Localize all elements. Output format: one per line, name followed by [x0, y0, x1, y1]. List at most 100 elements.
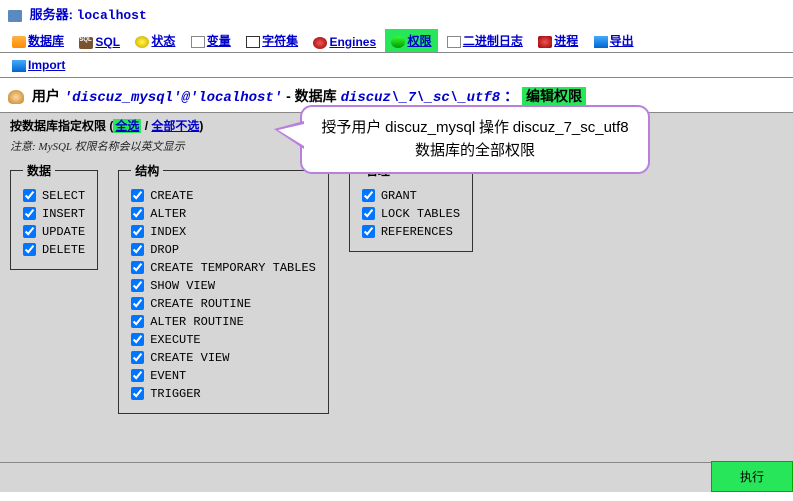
priv-create-routine[interactable]: CREATE ROUTINE	[131, 295, 316, 313]
tab-sql[interactable]: SQL	[73, 32, 126, 52]
priv-checkbox-event[interactable]	[131, 369, 144, 382]
priv-label: CREATE	[150, 189, 193, 203]
priv-label: SELECT	[42, 189, 85, 203]
priv-create-view[interactable]: CREATE VIEW	[131, 349, 316, 367]
priv-label: LOCK TABLES	[381, 207, 460, 221]
priv-show-view[interactable]: SHOW VIEW	[131, 277, 316, 295]
priv-drop[interactable]: DROP	[131, 241, 316, 259]
priv-alter-routine[interactable]: ALTER ROUTINE	[131, 313, 316, 331]
server-host: localhost	[77, 8, 147, 23]
priv-label: DROP	[150, 243, 179, 257]
priv-checkbox-drop[interactable]	[131, 243, 144, 256]
tab-import[interactable]: Import	[6, 55, 71, 75]
tab-charsets[interactable]: 字符集	[240, 29, 304, 52]
execute-button[interactable]: 执行	[711, 461, 793, 492]
priv-insert[interactable]: INSERT	[23, 205, 85, 223]
annotation-callout: 授予用户 discuz_mysql 操作 discuz_7_sc_utf8 数据…	[300, 105, 650, 174]
priv-checkbox-alter-routine[interactable]	[131, 315, 144, 328]
user-identifier: 'discuz_mysql'@'localhost'	[64, 90, 282, 106]
database-name: discuz\_7\_sc\_utf8	[341, 90, 501, 106]
priv-label: SHOW VIEW	[150, 279, 215, 293]
priv-select[interactable]: SELECT	[23, 187, 85, 205]
tab-engines[interactable]: Engines	[307, 32, 382, 52]
tab-databases[interactable]: 数据库	[6, 29, 70, 52]
priv-grant[interactable]: GRANT	[362, 187, 460, 205]
server-icon	[8, 10, 22, 22]
priv-label: TRIGGER	[150, 387, 200, 401]
priv-references[interactable]: REFERENCES	[362, 223, 460, 241]
tab-export[interactable]: 导出	[588, 29, 640, 52]
tab-variables[interactable]: 变量	[185, 29, 237, 52]
export-icon	[594, 36, 608, 48]
priv-execute[interactable]: EXECUTE	[131, 331, 316, 349]
import-icon	[12, 60, 26, 72]
tab-status[interactable]: 状态	[129, 29, 181, 52]
priv-checkbox-trigger[interactable]	[131, 387, 144, 400]
sql-icon	[79, 37, 93, 49]
privileges-icon	[391, 36, 405, 48]
priv-label: REFERENCES	[381, 225, 453, 239]
variables-icon	[191, 36, 205, 48]
execute-bar: 执行	[0, 462, 793, 492]
priv-event[interactable]: EVENT	[131, 367, 316, 385]
priv-label: EVENT	[150, 369, 186, 383]
processes-icon	[538, 36, 552, 48]
priv-label: UPDATE	[42, 225, 85, 239]
tab-privileges[interactable]: 权限	[385, 29, 437, 52]
binlog-icon	[447, 36, 461, 48]
priv-index[interactable]: INDEX	[131, 223, 316, 241]
priv-checkbox-create-temporary-tables[interactable]	[131, 261, 144, 274]
server-label: 服务器:	[30, 7, 77, 22]
priv-create[interactable]: CREATE	[131, 187, 316, 205]
priv-label: CREATE VIEW	[150, 351, 229, 365]
priv-checkbox-references[interactable]	[362, 225, 375, 238]
priv-label: INDEX	[150, 225, 186, 239]
group-admin: 管理 GRANTLOCK TABLESREFERENCES	[349, 162, 473, 252]
priv-label: CREATE TEMPORARY TABLES	[150, 261, 316, 275]
priv-checkbox-show-view[interactable]	[131, 279, 144, 292]
priv-label: CREATE ROUTINE	[150, 297, 251, 311]
priv-checkbox-update[interactable]	[23, 225, 36, 238]
priv-label: ALTER ROUTINE	[150, 315, 244, 329]
select-all-link[interactable]: 全选	[113, 119, 141, 133]
priv-create-temporary-tables[interactable]: CREATE TEMPORARY TABLES	[131, 259, 316, 277]
priv-label: ALTER	[150, 207, 186, 221]
edit-privileges-label: 编辑权限	[522, 87, 586, 105]
database-label: 数据库	[295, 88, 337, 104]
priv-label: DELETE	[42, 243, 85, 257]
charset-icon	[246, 36, 260, 48]
group-data: 数据 SELECT INSERT UPDATE DELETE	[10, 162, 98, 270]
priv-checkbox-insert[interactable]	[23, 207, 36, 220]
user-icon	[8, 90, 24, 104]
priv-checkbox-execute[interactable]	[131, 333, 144, 346]
tab-processes[interactable]: 进程	[532, 29, 584, 52]
priv-update[interactable]: UPDATE	[23, 223, 85, 241]
priv-delete[interactable]: DELETE	[23, 241, 85, 259]
priv-checkbox-index[interactable]	[131, 225, 144, 238]
group-structure-legend: 结构	[131, 162, 163, 179]
group-data-legend: 数据	[23, 162, 55, 179]
priv-checkbox-select[interactable]	[23, 189, 36, 202]
priv-label: INSERT	[42, 207, 85, 221]
priv-label: EXECUTE	[150, 333, 200, 347]
priv-trigger[interactable]: TRIGGER	[131, 385, 316, 403]
server-header: 服务器: localhost	[0, 0, 793, 27]
priv-checkbox-delete[interactable]	[23, 243, 36, 256]
engines-icon	[313, 37, 327, 49]
priv-checkbox-grant[interactable]	[362, 189, 375, 202]
privilege-groups: 数据 SELECT INSERT UPDATE DELETE 结构 CREATE ALT…	[10, 162, 783, 414]
tab-bar-row2: Import	[0, 53, 793, 78]
tab-bar: 数据库 SQL 状态 变量 字符集 Engines 权限 二进制日志 进程 导出	[0, 27, 793, 53]
priv-checkbox-create-view[interactable]	[131, 351, 144, 364]
unselect-all-link[interactable]: 全部不选	[151, 119, 199, 133]
priv-label: GRANT	[381, 189, 417, 203]
priv-checkbox-create[interactable]	[131, 189, 144, 202]
priv-lock-tables[interactable]: LOCK TABLES	[362, 205, 460, 223]
user-label: 用户	[32, 88, 60, 104]
tab-binlog[interactable]: 二进制日志	[441, 29, 529, 52]
priv-checkbox-alter[interactable]	[131, 207, 144, 220]
priv-alter[interactable]: ALTER	[131, 205, 316, 223]
priv-checkbox-create-routine[interactable]	[131, 297, 144, 310]
privileges-panel: 按数据库指定权限 (全选 / 全部不选) 注意: MySQL 权限名称会以英文显…	[0, 112, 793, 492]
priv-checkbox-lock-tables[interactable]	[362, 207, 375, 220]
